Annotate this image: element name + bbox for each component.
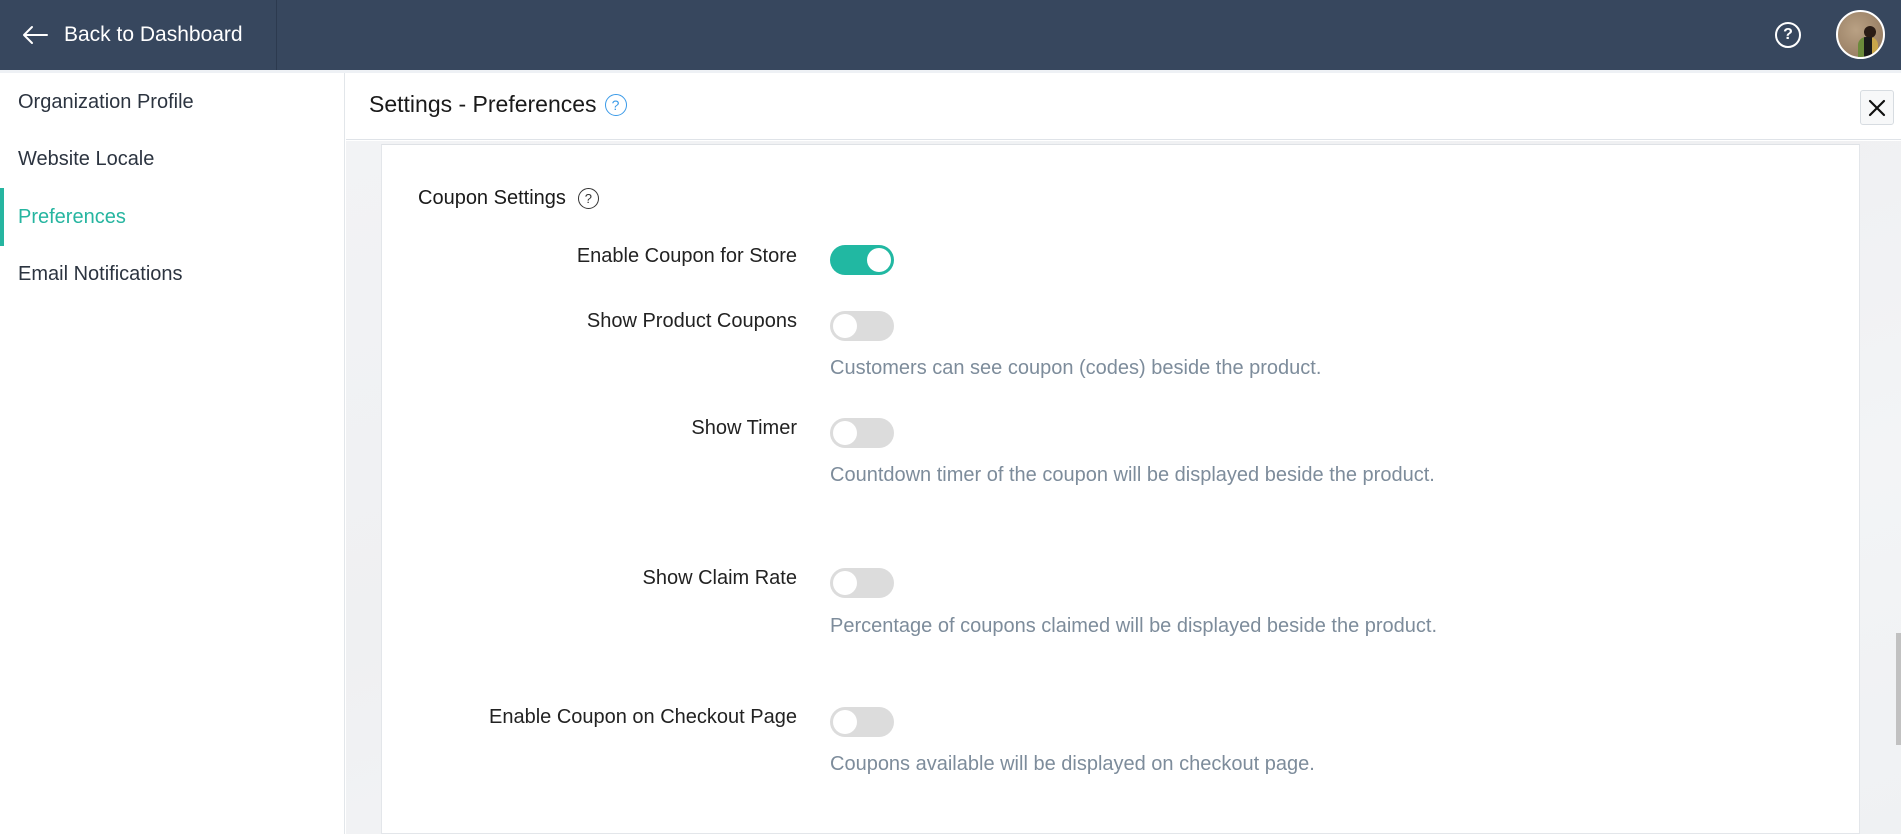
back-to-dashboard-label: Back to Dashboard: [64, 23, 243, 46]
help-glyph: ?: [584, 191, 592, 206]
toggle-enable-coupon-store[interactable]: [830, 245, 894, 275]
sidebar-item-label: Email Notifications: [18, 262, 183, 285]
setting-label-show-timer: Show Timer: [691, 417, 797, 439]
sidebar-item-preferences[interactable]: Preferences: [0, 188, 344, 246]
close-icon: [1868, 99, 1886, 116]
sidebar-item-email-notifications[interactable]: Email Notifications: [0, 245, 344, 303]
setting-description: Coupons available will be displayed on c…: [830, 753, 1315, 775]
help-circle-icon[interactable]: ?: [577, 188, 599, 209]
sidebar-item-label: Organization Profile: [18, 90, 194, 113]
toggle-enable-coupon-checkout[interactable]: [830, 707, 894, 737]
vertical-scrollbar-thumb[interactable]: [1896, 633, 1901, 745]
help-circle-icon[interactable]: ?: [604, 93, 627, 116]
sidebar-item-website-locale[interactable]: Website Locale: [0, 130, 344, 188]
setting-description: Percentage of coupons claimed will be di…: [830, 615, 1438, 637]
help-glyph: ?: [1783, 26, 1793, 43]
page-title-text: Settings - Preferences: [369, 91, 597, 117]
toggle-knob: [833, 421, 857, 445]
setting-label-enable-coupon-store: Enable Coupon for Store: [576, 245, 797, 267]
coupon-settings-card: Coupon Settings ? Enable Coupon for Stor…: [381, 144, 1860, 834]
help-glyph: ?: [611, 96, 620, 113]
sidebar-item-label: Preferences: [18, 205, 126, 228]
sidebar-item-organization-profile[interactable]: Organization Profile: [0, 73, 344, 131]
sidebar-item-label: Website Locale: [18, 147, 155, 170]
setting-description: Countdown timer of the coupon will be di…: [830, 464, 1435, 486]
top-header: Back to Dashboard ?: [0, 0, 1901, 70]
settings-sidebar: Organization Profile Website Locale Pref…: [0, 73, 345, 834]
help-circle-icon[interactable]: ?: [1775, 22, 1801, 48]
page-title: Settings - Preferences ?: [369, 91, 627, 118]
avatar-body: [1858, 37, 1878, 57]
toggle-show-claim-rate[interactable]: [830, 568, 894, 598]
section-title: Coupon Settings ?: [418, 187, 599, 210]
user-avatar[interactable]: [1836, 10, 1885, 59]
section-title-text: Coupon Settings: [418, 187, 566, 209]
setting-description: Customers can see coupon (codes) beside …: [830, 357, 1322, 379]
setting-label-enable-coupon-checkout: Enable Coupon on Checkout Page: [488, 706, 797, 728]
toggle-show-product-coupons[interactable]: [830, 311, 894, 341]
close-button[interactable]: [1860, 90, 1894, 125]
toggle-knob: [833, 314, 857, 338]
arrow-left-icon: [23, 26, 48, 44]
setting-label-show-claim-rate: Show Claim Rate: [642, 567, 797, 589]
toggle-knob: [833, 710, 857, 734]
toggle-knob: [833, 571, 857, 595]
toggle-knob: [867, 248, 891, 272]
back-to-dashboard-button[interactable]: Back to Dashboard: [0, 0, 277, 70]
toggle-show-timer[interactable]: [830, 418, 894, 448]
page-title-bar: Settings - Preferences ?: [346, 73, 1901, 140]
setting-label-show-product-coupons: Show Product Coupons: [586, 310, 797, 332]
